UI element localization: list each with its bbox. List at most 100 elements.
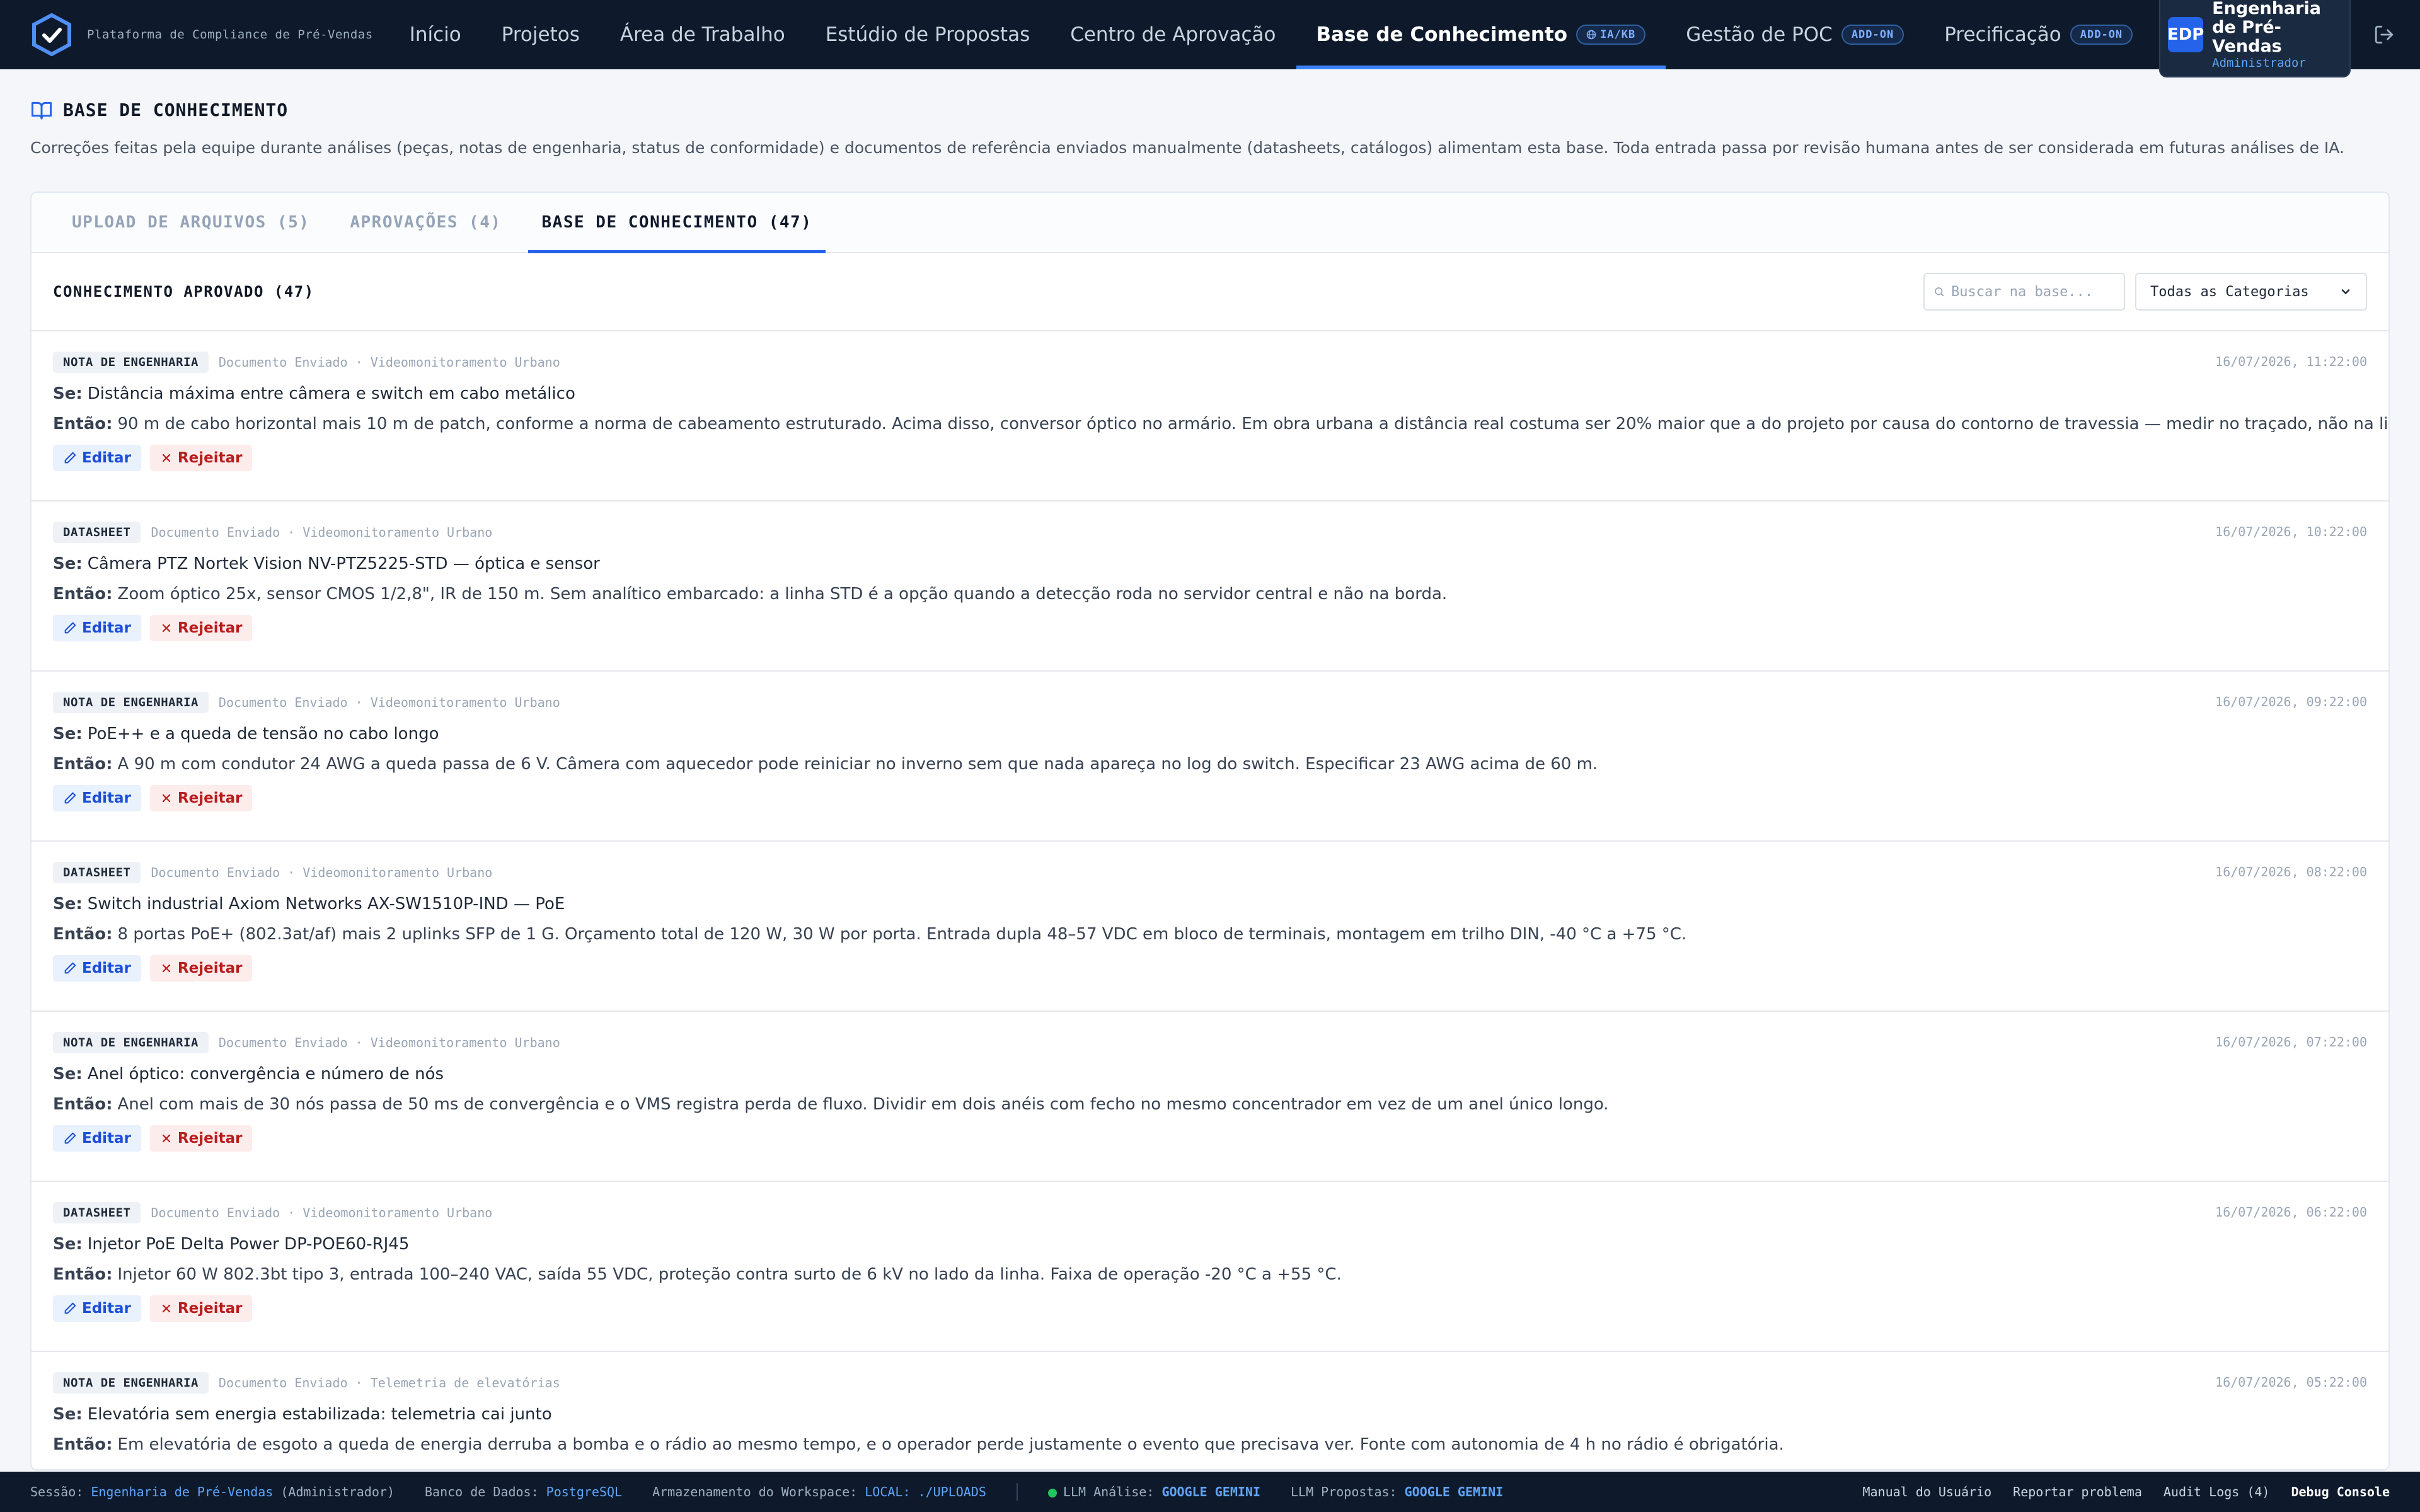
reject-button[interactable]: Rejeitar (149, 1295, 253, 1322)
close-icon (162, 1134, 171, 1143)
nav-inicio[interactable]: Início (389, 0, 481, 69)
tab-base-de-conhecimento[interactable]: BASE DE CONHECIMENTO (47) (527, 193, 826, 253)
entry-source: Documento Enviado · Videomonitoramento U… (218, 1035, 560, 1050)
reject-button[interactable]: Rejeitar (149, 1125, 253, 1152)
entry-source: Documento Enviado · Videomonitoramento U… (151, 525, 493, 540)
nav-gestao-de-poc[interactable]: Gestão de POC ADD-ON (1666, 0, 1924, 69)
category-select-value: Todas as Categorias (2150, 284, 2309, 300)
storage-info: Armazenamento do Workspace: LOCAL: ./UPL… (652, 1484, 986, 1499)
close-icon (162, 1304, 171, 1313)
nav-precificacao[interactable]: Precificação ADD-ON (1924, 0, 2153, 69)
status-dot-icon (1047, 1488, 1057, 1498)
nav-base-de-conhecimento[interactable]: Base de Conhecimento IA/KB (1296, 0, 1666, 69)
category-select[interactable]: Todas as Categorias (2135, 273, 2367, 311)
entao-label: Então: (53, 1095, 113, 1114)
list-item: DATASHEET Documento Enviado · Videomonito… (32, 501, 2388, 672)
user-role: Administrador (2212, 56, 2306, 70)
logout-icon[interactable] (2373, 22, 2395, 47)
se-label: Se: (53, 895, 83, 914)
entao-label: Então: (53, 925, 113, 944)
tab-upload-de-arquivos[interactable]: UPLOAD DE ARQUIVOS (5) (58, 193, 323, 252)
tab-aprovacoes[interactable]: APROVAÇÕES (4) (336, 193, 515, 252)
category-tag: DATASHEET (53, 862, 141, 883)
nav-centro-de-aprovacao[interactable]: Centro de Aprovação (1050, 0, 1296, 69)
entry-condition: Switch industrial Axiom Networks AX-SW15… (87, 895, 565, 914)
category-tag: NOTA DE ENGENHARIA (53, 692, 209, 713)
se-label: Se: (53, 1405, 83, 1424)
divider (1016, 1483, 1018, 1501)
audit-logs-link[interactable]: Audit Logs (4) (2164, 1484, 2270, 1499)
main-nav: Início Projetos Área de Trabalho Estúdio… (389, 0, 2153, 69)
pencil-icon (64, 1302, 76, 1314)
reject-button[interactable]: Rejeitar (149, 615, 253, 641)
page-description: Correções feitas pela equipe durante aná… (30, 139, 2344, 157)
se-label: Se: (53, 1235, 83, 1254)
status-bar: Sessão: Engenharia de Pré-Vendas (Admini… (0, 1472, 2420, 1512)
entry-timestamp: 16/07/2026, 09:22:00 (2215, 694, 2367, 709)
llm-analysis-info: LLM Análise: GOOGLE GEMINI (1047, 1484, 1260, 1499)
entry-condition: Anel óptico: convergência e número de nó… (87, 1065, 444, 1084)
nav-area-de-trabalho[interactable]: Área de Trabalho (600, 0, 805, 69)
chevron-down-icon (2341, 289, 2350, 295)
top-navbar: Plataforma de Compliance de Pré-Vendas I… (0, 0, 2420, 77)
pencil-icon (64, 792, 76, 804)
app-logo-icon[interactable] (32, 13, 72, 56)
edit-button[interactable]: Editar (53, 1125, 141, 1152)
page-title: BASE DE CONHECIMENTO (63, 100, 289, 120)
pencil-icon (64, 962, 76, 974)
list-item: NOTA DE ENGENHARIA Documento Enviado · Te… (32, 1352, 2388, 1469)
entry-condition: Injetor PoE Delta Power DP-POE60-RJ45 (87, 1235, 410, 1254)
category-tag: NOTA DE ENGENHARIA (53, 1372, 209, 1394)
report-problem-link[interactable]: Reportar problema (2013, 1484, 2142, 1499)
knowledge-panel: UPLOAD DE ARQUIVOS (5) APROVAÇÕES (4) BA… (30, 192, 2390, 1470)
entao-label: Então: (53, 1435, 113, 1454)
reject-button[interactable]: Rejeitar (149, 445, 253, 471)
list-title: CONHECIMENTO APROVADO (47) (53, 283, 314, 301)
ia-kb-badge: IA/KB (1576, 25, 1646, 45)
user-manual-link[interactable]: Manual do Usuário (1862, 1484, 1991, 1499)
entry-source: Documento Enviado · Videomonitoramento U… (218, 355, 560, 370)
edit-button[interactable]: Editar (53, 615, 141, 641)
entao-label: Então: (53, 755, 113, 774)
session-info: Sessão: Engenharia de Pré-Vendas (Admini… (30, 1484, 395, 1499)
page-header: BASE DE CONHECIMENTO Correções feitas pe… (30, 100, 2390, 159)
list-item: NOTA DE ENGENHARIA Documento Enviado · Vi… (32, 672, 2388, 842)
entry-timestamp: 16/07/2026, 05:22:00 (2215, 1375, 2367, 1390)
addon-badge: ADD-ON (2070, 25, 2133, 45)
entry-condition: Câmera PTZ Nortek Vision NV-PTZ5225-STD … (87, 554, 600, 573)
entry-source: Documento Enviado · Telemetria de elevat… (218, 1375, 560, 1390)
entry-condition: Elevatória sem energia estabilizada: tel… (87, 1405, 552, 1424)
nav-projetos[interactable]: Projetos (481, 0, 600, 69)
entries-list: NOTA DE ENGENHARIA Documento Enviado · Vi… (32, 331, 2388, 1469)
search-box[interactable] (1923, 273, 2125, 311)
book-icon (32, 101, 52, 120)
entao-label: Então: (53, 415, 113, 433)
addon-badge: ADD-ON (1841, 25, 1904, 45)
user-menu[interactable]: EDP Engenharia de Pré-Vendas Administrad… (2159, 0, 2351, 77)
edit-button[interactable]: Editar (53, 445, 141, 471)
pencil-icon (64, 452, 76, 464)
list-item: DATASHEET Documento Enviado · Videomonito… (32, 1182, 2388, 1352)
entry-timestamp: 16/07/2026, 07:22:00 (2215, 1034, 2367, 1050)
search-icon (1935, 287, 1944, 297)
edit-button[interactable]: Editar (53, 1295, 141, 1322)
edit-button[interactable]: Editar (53, 955, 141, 982)
reject-button[interactable]: Rejeitar (149, 955, 253, 982)
entao-label: Então: (53, 1265, 113, 1284)
avatar: EDP (2167, 17, 2204, 52)
entry-timestamp: 16/07/2026, 06:22:00 (2215, 1205, 2367, 1220)
globe-icon (1586, 30, 1596, 40)
search-input[interactable] (1951, 284, 2115, 300)
se-label: Se: (53, 554, 83, 573)
close-icon (162, 964, 171, 973)
edit-button[interactable]: Editar (53, 785, 141, 811)
debug-console-link[interactable]: Debug Console (2291, 1484, 2390, 1499)
reject-button[interactable]: Rejeitar (149, 785, 253, 811)
nav-estudio-de-propostas[interactable]: Estúdio de Propostas (805, 0, 1051, 69)
entry-conclusion: A 90 m com condutor 24 AWG a queda passa… (117, 755, 1598, 774)
category-tag: DATASHEET (53, 522, 141, 543)
llm-proposals-info: LLM Propostas: GOOGLE GEMINI (1291, 1484, 1504, 1499)
database-info: Banco de Dados: PostgreSQL (425, 1484, 623, 1499)
close-icon (162, 454, 171, 462)
close-icon (162, 794, 171, 803)
